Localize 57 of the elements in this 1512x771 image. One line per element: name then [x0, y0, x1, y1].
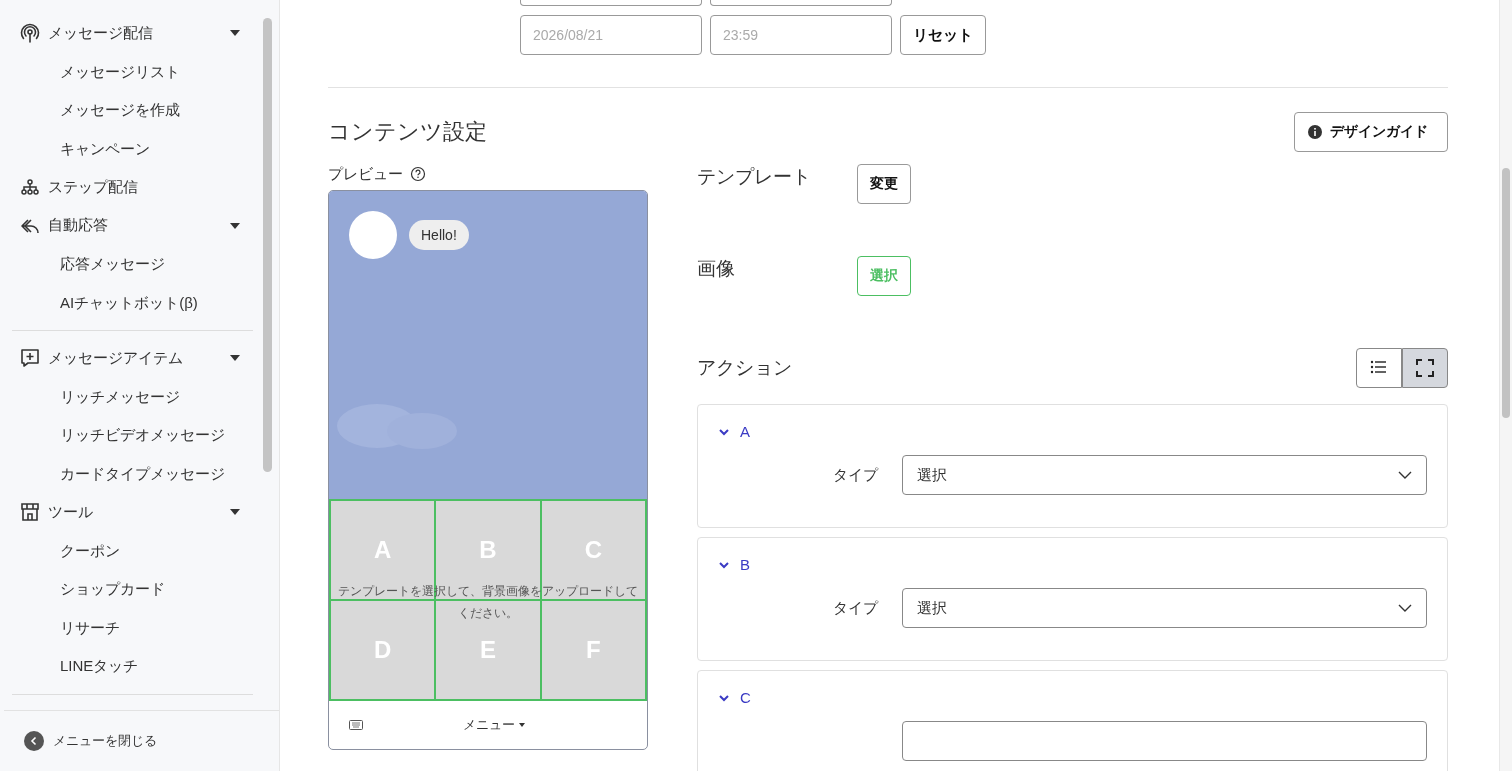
sidebar-item[interactable]: ステップ配信 — [12, 168, 253, 207]
design-guide-button[interactable]: デザインガイド — [1294, 112, 1448, 152]
sidebar-item[interactable]: リッチビデオメッセージ — [12, 416, 253, 455]
help-icon — [410, 166, 426, 182]
scrollbar-thumb[interactable] — [263, 18, 272, 472]
action-header[interactable]: B — [698, 538, 750, 573]
view-toggle[interactable] — [1402, 348, 1448, 388]
setting-label: テンプレート — [697, 165, 812, 189]
sidebar-item[interactable]: ショップカード — [12, 570, 253, 609]
sidebar-item[interactable]: ツール — [12, 493, 253, 532]
time-field[interactable]: 23:59 — [710, 15, 892, 55]
store-icon — [20, 502, 40, 523]
setting-label: アクション — [697, 356, 793, 380]
sidebar-item[interactable]: キャンペーン — [12, 129, 253, 168]
chevron-down-icon — [1398, 471, 1412, 479]
field-label: タイプ — [832, 598, 880, 618]
sidebar-item[interactable]: メッセージリスト — [12, 52, 253, 91]
sidebar-item[interactable]: カードタイプメッセージ — [12, 454, 253, 493]
expand-icon — [1416, 359, 1434, 377]
section-title: コンテンツ設定 — [328, 118, 487, 146]
setting-label: 画像 — [697, 257, 736, 281]
view-toggle[interactable] — [1356, 348, 1402, 388]
sidebar-item[interactable]: AIチャットボット(β) — [12, 283, 253, 322]
action-header[interactable]: C — [698, 671, 751, 706]
date-field[interactable]: 2026/08/21 — [520, 15, 702, 55]
sidebar-item[interactable]: メッセージアイテム — [12, 339, 253, 378]
type-select[interactable]: 選択 — [902, 588, 1427, 628]
sidebar-item[interactable]: 自動応答 — [12, 206, 253, 245]
sidebar-item[interactable]: メッセージ配信 — [12, 14, 253, 53]
chevron-down-icon — [1398, 604, 1412, 612]
type-select[interactable]: 選択 — [902, 455, 1427, 495]
sidebar-item[interactable]: リッチメッセージ — [12, 377, 253, 416]
reset-button[interactable]: リセット — [900, 15, 986, 55]
scrollbar-thumb[interactable] — [1502, 168, 1510, 418]
type-select[interactable] — [902, 721, 1427, 761]
keyboard-icon — [349, 720, 363, 730]
caret-icon — [519, 723, 525, 727]
message-plus-icon — [20, 348, 40, 369]
sidebar-item[interactable]: LINEタッチ — [12, 647, 253, 686]
action-header[interactable]: A — [698, 405, 750, 440]
menu-toggle[interactable]: メニュー — [463, 716, 525, 734]
input-field[interactable] — [520, 0, 702, 6]
change-button[interactable]: 変更 — [857, 164, 911, 204]
sidebar-item[interactable]: クーポン — [12, 531, 253, 570]
sidebar-item[interactable]: 応答メッセージ — [12, 245, 253, 284]
chat-bubble: Hello! — [409, 220, 469, 250]
preview-label: プレビュー — [328, 164, 403, 184]
info-icon — [1308, 125, 1322, 139]
input-field[interactable] — [710, 0, 892, 6]
chevron-left-icon — [24, 731, 44, 751]
avatar — [349, 211, 397, 259]
field-label: タイプ — [832, 465, 880, 485]
close-menu-button[interactable]: メニューを閉じる — [24, 731, 157, 751]
sidebar-item[interactable]: メッセージを作成 — [12, 91, 253, 130]
sidebar-item[interactable]: リサーチ — [12, 608, 253, 647]
hierarchy-icon — [20, 177, 40, 198]
broadcast-icon — [20, 23, 40, 44]
